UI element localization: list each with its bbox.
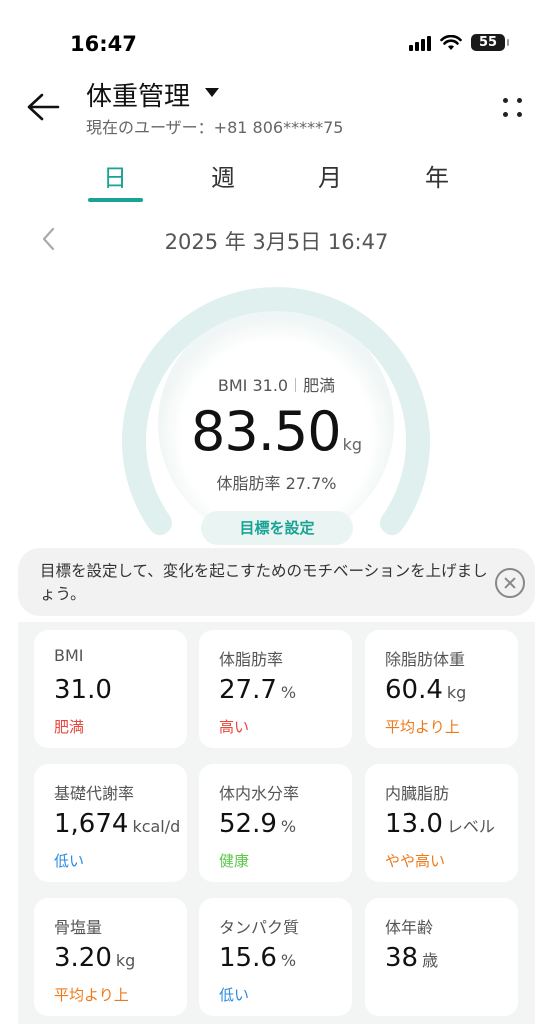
weight-unit: kg (342, 435, 362, 454)
metric-status: 低い (219, 986, 250, 1004)
metric-label: 基礎代謝率 (54, 784, 135, 803)
metric-value: 31.0 (54, 675, 112, 705)
metric-status: 肥満 (54, 718, 85, 736)
metric-value: 52.9% (219, 809, 297, 839)
goal-tip-banner: 目標を設定して、変化を起こすためのモチベーションを上げましょう。 (18, 548, 535, 616)
header: 体重管理 現在のユーザー：+81 806*****75 (0, 70, 553, 140)
signal-icon (409, 35, 431, 51)
metric-card-lean-mass[interactable]: 除脂肪体重 60.4 kg 平均より上 (365, 630, 518, 748)
arrow-left-icon[interactable] (26, 92, 60, 122)
weight-gauge: BMI 31.0 肥満 83.50 kg 体脂肪率 27.7% 目標を設定 (0, 282, 553, 552)
current-user-label: 現在のユーザー：+81 806*****75 (86, 118, 344, 137)
metric-card-body-water[interactable]: 体内水分率 52.9% 健康 (199, 764, 352, 882)
metric-label: BMI (54, 646, 84, 665)
metric-card-body-age[interactable]: 体年齢 38 歳 (365, 898, 518, 1016)
tab-day[interactable]: 日 (85, 158, 145, 193)
bmi-summary: BMI 31.0 肥満 (0, 372, 553, 396)
close-circle-icon[interactable] (495, 568, 525, 598)
metric-status: 平均より上 (54, 986, 129, 1004)
metric-status: 健康 (219, 852, 250, 870)
bmi-value: BMI 31.0 (217, 376, 289, 395)
metric-status: やや高い (385, 852, 446, 870)
metric-card-body-fat[interactable]: 体脂肪率 27.7% 高い (199, 630, 352, 748)
banner-text: 目標を設定して、変化を起こすためのモチベーションを上げましょう。 (40, 562, 488, 603)
page-title[interactable]: 体重管理 (86, 76, 190, 113)
metric-label: 骨塩量 (54, 918, 103, 937)
status-icons: 55 (409, 34, 509, 51)
metric-label: 除脂肪体重 (385, 650, 466, 669)
metric-label: タンパク質 (219, 918, 300, 937)
metric-card-visceral-fat[interactable]: 内臓脂肪 13.0 レベル やや高い (365, 764, 518, 882)
metric-card-bmi[interactable]: BMI 31.0 肥満 (34, 630, 187, 748)
caret-down-icon[interactable] (205, 88, 219, 97)
bmi-category: 肥満 (303, 376, 336, 395)
battery-icon: 55 (471, 34, 509, 51)
date-navigator: 2025 年 3月5日 16:47 (0, 222, 553, 258)
metric-value: 3.20 kg (54, 943, 136, 973)
metric-label: 体脂肪率 (219, 650, 284, 669)
status-bar: 16:47 55 (0, 0, 553, 62)
more-dots-icon[interactable] (501, 96, 525, 120)
metric-value: 27.7% (219, 675, 297, 705)
tab-week[interactable]: 週 (193, 158, 253, 193)
current-date[interactable]: 2025 年 3月5日 16:47 (0, 226, 553, 256)
metric-card-protein[interactable]: タンパク質 15.6% 低い (199, 898, 352, 1016)
status-time: 16:47 (70, 32, 137, 56)
active-tab-indicator (88, 198, 143, 202)
metric-value: 15.6% (219, 943, 297, 973)
set-goal-button[interactable]: 目標を設定 (201, 511, 353, 545)
metric-value: 38 歳 (385, 943, 439, 973)
metric-status: 高い (219, 718, 250, 736)
body-fat-summary: 体脂肪率 27.7% (216, 474, 337, 493)
metric-value: 60.4 kg (385, 675, 467, 705)
tab-month[interactable]: 月 (300, 158, 360, 193)
period-tabs: 日 週 月 年 (0, 158, 553, 204)
metric-card-bmr[interactable]: 基礎代謝率 1,674 kcal/d 低い (34, 764, 187, 882)
metric-status: 低い (54, 852, 85, 870)
metric-status: 平均より上 (385, 718, 460, 736)
wifi-icon (440, 34, 462, 50)
metric-label: 体年齢 (385, 918, 434, 937)
metric-value: 1,674 kcal/d (54, 809, 181, 839)
metric-value: 13.0 レベル (385, 809, 495, 839)
weight-display: 83.50 kg (0, 400, 553, 463)
metric-card-bone-mass[interactable]: 骨塩量 3.20 kg 平均より上 (34, 898, 187, 1016)
metric-label: 体内水分率 (219, 784, 300, 803)
metric-label: 内臓脂肪 (385, 784, 450, 803)
tab-year[interactable]: 年 (407, 158, 467, 193)
weight-value: 83.50 (190, 400, 342, 463)
